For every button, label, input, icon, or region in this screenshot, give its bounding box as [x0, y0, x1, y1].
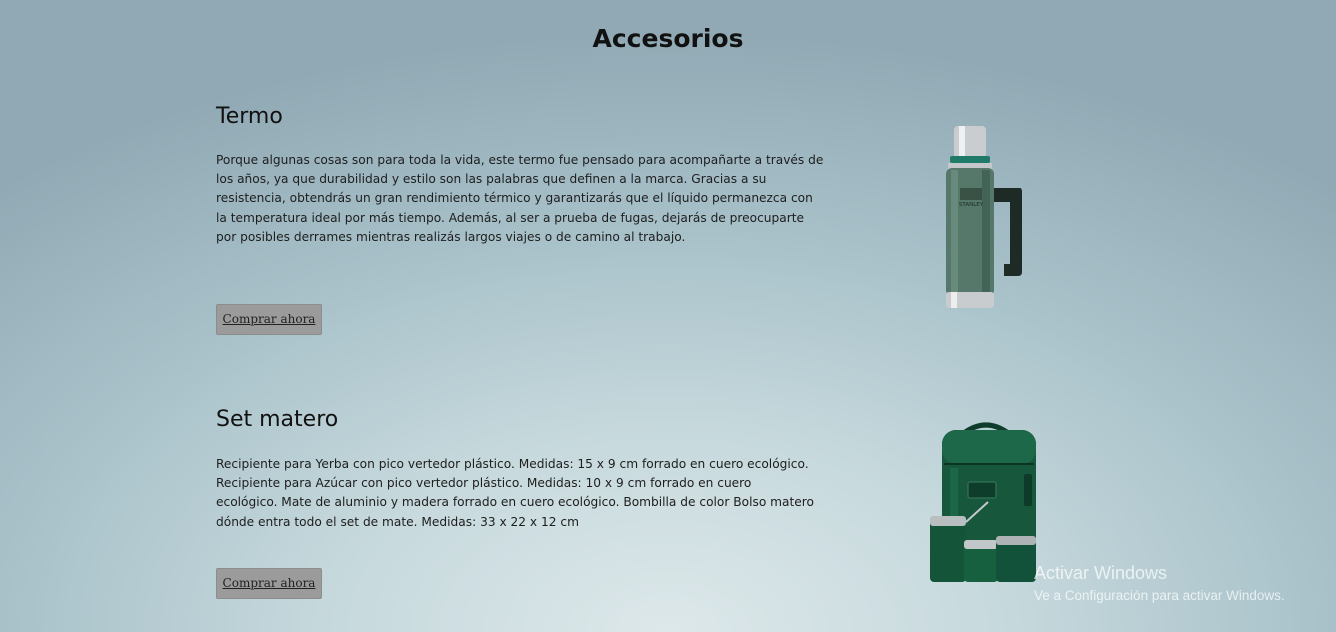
brand-text: STANLEY	[959, 202, 984, 208]
product-title: Set matero	[216, 407, 339, 432]
buy-now-button-set-matero[interactable]: Comprar ahora	[216, 568, 322, 599]
buy-now-button-termo[interactable]: Comprar ahora	[216, 304, 322, 335]
product-description: Porque algunas cosas son para toda la vi…	[216, 153, 824, 244]
mate-set-image	[926, 418, 1042, 592]
windows-activation-watermark: Activar Windows Ve a Configuración para …	[1034, 563, 1285, 603]
product-description: Recipiente para Yerba con pico vertedor …	[216, 457, 814, 529]
product-title: Termo	[216, 104, 283, 129]
product-card-set-matero: Set matero Recipiente para Yerba con pic…	[216, 407, 826, 607]
thermos-image: STANLEY	[938, 122, 1028, 320]
page-title: Accesorios	[592, 24, 744, 53]
watermark-title: Activar Windows	[1034, 563, 1168, 583]
watermark-subtitle: Ve a Configuración para activar Windows.	[1034, 588, 1285, 603]
product-card-termo: Termo Porque algunas cosas son para toda…	[216, 104, 826, 344]
